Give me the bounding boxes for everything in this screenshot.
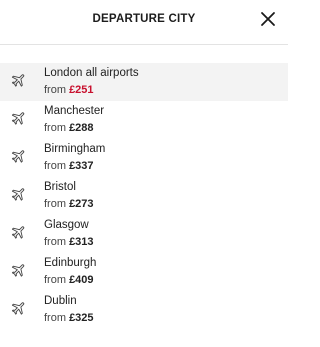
city-option-glasgow[interactable]: Glasgow from £313: [0, 215, 288, 253]
from-label: from: [44, 312, 66, 324]
departure-city-panel: DEPARTURE CITY London all airports from …: [0, 0, 288, 347]
city-name: Bristol: [44, 181, 76, 193]
city-option-birmingham[interactable]: Birmingham from £337: [0, 139, 288, 177]
from-label: from: [44, 198, 66, 210]
from-label: from: [44, 160, 66, 172]
city-name: Dublin: [44, 295, 77, 307]
city-option-manchester[interactable]: Manchester from £288: [0, 101, 288, 139]
plane-icon: [11, 300, 27, 316]
city-name: London all airports: [44, 67, 139, 79]
from-label: from: [44, 274, 66, 286]
city-price-line: from £337: [44, 160, 94, 172]
city-option-london-all-airports[interactable]: London all airports from £251: [0, 63, 288, 101]
city-price-line: from £288: [44, 122, 94, 134]
city-option-dublin[interactable]: Dublin from £325: [0, 291, 288, 329]
city-price-line: from £273: [44, 198, 94, 210]
city-price: £337: [69, 160, 94, 172]
city-price: £409: [69, 274, 94, 286]
city-option-bristol[interactable]: Bristol from £273: [0, 177, 288, 215]
plane-icon: [11, 148, 27, 164]
city-name: Glasgow: [44, 219, 89, 231]
plane-icon: [11, 224, 27, 240]
city-name: Edinburgh: [44, 257, 97, 269]
from-label: from: [44, 236, 66, 248]
city-price: £313: [69, 236, 94, 248]
plane-icon: [11, 110, 27, 126]
panel-title: DEPARTURE CITY: [92, 13, 196, 25]
plane-icon: [11, 186, 27, 202]
from-label: from: [44, 84, 66, 96]
city-price: £251: [69, 84, 94, 96]
close-button[interactable]: [260, 11, 276, 27]
city-list: London all airports from £251 Manchester…: [0, 63, 288, 329]
close-icon: [261, 12, 275, 26]
city-price-line: from £325: [44, 312, 94, 324]
city-price-line: from £313: [44, 236, 94, 248]
city-option-edinburgh[interactable]: Edinburgh from £409: [0, 253, 288, 291]
city-price: £273: [69, 198, 94, 210]
city-name: Manchester: [44, 105, 105, 117]
plane-icon: [11, 262, 27, 278]
plane-icon: [11, 72, 27, 88]
city-price-line: from £251: [44, 84, 94, 96]
city-price: £288: [69, 122, 94, 134]
city-price: £325: [69, 312, 94, 324]
city-name: Birmingham: [44, 143, 106, 155]
from-label: from: [44, 122, 66, 134]
city-price-line: from £409: [44, 274, 94, 286]
panel-header: DEPARTURE CITY: [0, 0, 288, 45]
